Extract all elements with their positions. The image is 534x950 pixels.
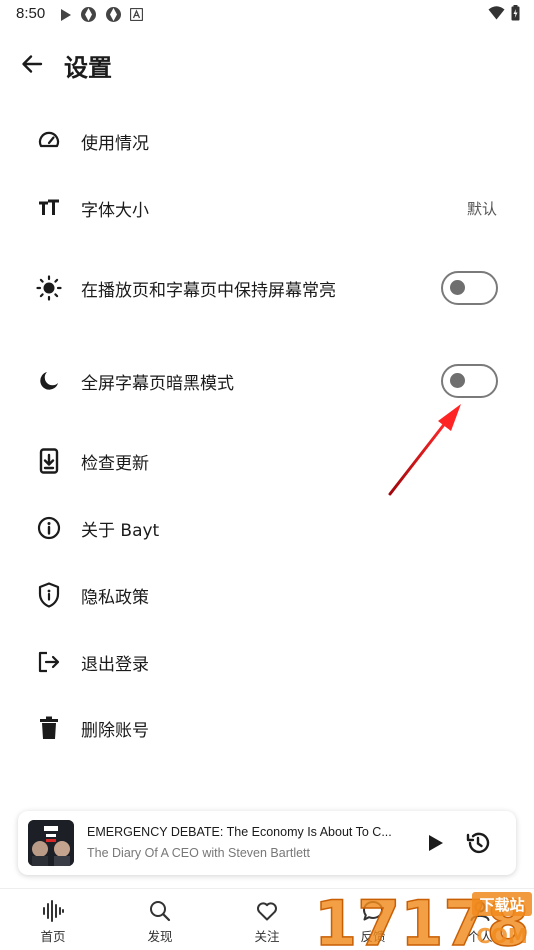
- settings-item-font-size[interactable]: 字体大小 默认: [0, 180, 534, 236]
- nav-label: 首页: [40, 929, 66, 944]
- settings-item-logout[interactable]: 退出登录: [0, 634, 534, 690]
- app-bar: 设置: [0, 40, 534, 88]
- watermark-domain: COM: [476, 924, 528, 948]
- nav-home[interactable]: 首页: [13, 889, 93, 950]
- shield-icon: [36, 582, 62, 608]
- nav-discover[interactable]: 发现: [120, 889, 200, 950]
- podcast-cover-image: [28, 820, 74, 866]
- history-icon[interactable]: [465, 830, 491, 856]
- notification-icons: [60, 6, 143, 23]
- episode-title: EMERGENCY DEBATE: The Economy Is About T…: [87, 825, 392, 839]
- info-icon: [36, 515, 62, 541]
- nav-follow[interactable]: 关注: [227, 889, 307, 950]
- settings-item-usage[interactable]: 使用情况: [0, 113, 534, 169]
- arrow-left-icon: [22, 55, 43, 73]
- settings-item-dark-mode[interactable]: 全屏字幕页暗黑模式: [0, 353, 534, 409]
- settings-item-label: 关于 Bayt: [81, 520, 160, 541]
- font-app-icon: [130, 8, 143, 21]
- trash-icon: [36, 715, 62, 741]
- mini-player[interactable]: EMERGENCY DEBATE: The Economy Is About T…: [18, 811, 516, 875]
- keep-screen-on-toggle[interactable]: [441, 271, 498, 305]
- settings-item-label: 隐私政策: [81, 587, 149, 608]
- logout-icon: [36, 649, 62, 675]
- update-icon: [36, 448, 62, 474]
- app-notification-icon-2: [106, 7, 121, 22]
- watermark-logo: 17178 下载站 COM: [313, 888, 532, 950]
- brightness-icon: [36, 275, 62, 301]
- settings-item-delete-account[interactable]: 删除账号: [0, 700, 534, 756]
- nav-label: 关注: [254, 929, 280, 944]
- toggle-knob: [450, 373, 465, 388]
- settings-item-label: 删除账号: [81, 720, 149, 741]
- play-store-icon: [61, 8, 71, 21]
- heart-icon: [257, 902, 277, 921]
- nav-label: 发现: [147, 929, 173, 944]
- moon-icon: [36, 368, 62, 394]
- settings-item-keep-screen-on[interactable]: 在播放页和字幕页中保持屏幕常亮: [0, 260, 534, 316]
- settings-item-check-update[interactable]: 检查更新: [0, 433, 534, 489]
- status-bar: 8:50: [0, 0, 534, 28]
- search-icon: [150, 901, 171, 922]
- settings-item-label: 退出登录: [81, 654, 149, 675]
- watermark-badge: 下载站: [479, 896, 524, 914]
- page-title: 设置: [64, 54, 112, 82]
- settings-item-label: 全屏字幕页暗黑模式: [81, 373, 234, 394]
- settings-item-label: 检查更新: [81, 453, 149, 474]
- gauge-icon: [36, 128, 62, 154]
- settings-item-label: 字体大小: [81, 200, 149, 221]
- settings-item-label: 在播放页和字幕页中保持屏幕常亮: [81, 280, 336, 301]
- back-button[interactable]: [18, 50, 46, 78]
- text-size-icon: [36, 195, 62, 221]
- battery-icon: [511, 5, 520, 21]
- status-time: 8:50: [16, 5, 46, 22]
- play-icon[interactable]: [423, 831, 447, 855]
- dark-mode-toggle[interactable]: [441, 364, 498, 398]
- font-size-value: 默认: [466, 199, 497, 218]
- settings-item-label: 使用情况: [81, 133, 149, 154]
- app-notification-icon: [81, 7, 96, 22]
- settings-item-privacy[interactable]: 隐私政策: [0, 567, 534, 623]
- wifi-icon: [488, 6, 505, 20]
- podcast-name: The Diary Of A CEO with Steven Bartlett: [87, 846, 311, 860]
- waveform-icon: [43, 900, 64, 922]
- toggle-knob: [450, 280, 465, 295]
- system-status-icons: [488, 5, 520, 21]
- settings-item-about[interactable]: 关于 Bayt: [0, 500, 534, 556]
